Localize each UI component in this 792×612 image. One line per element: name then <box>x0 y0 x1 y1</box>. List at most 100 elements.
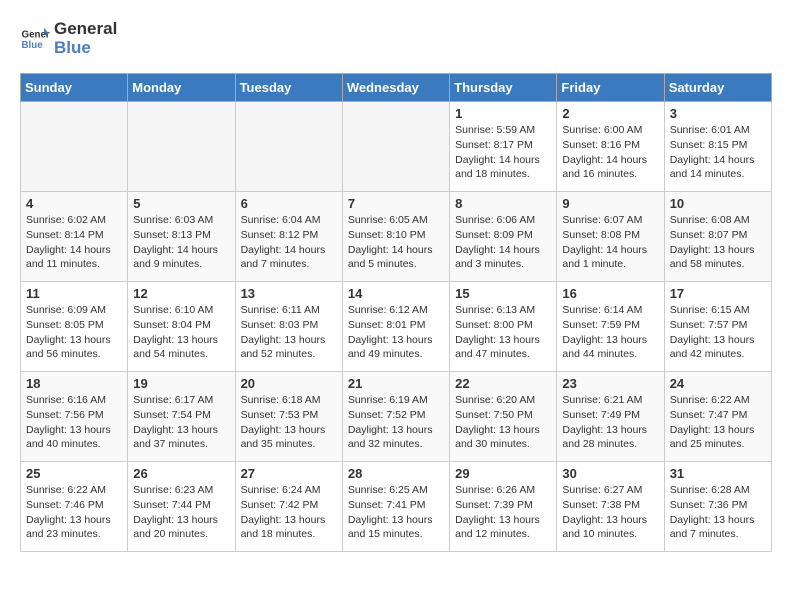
day-number: 29 <box>455 466 551 481</box>
calendar-cell: 25 Sunrise: 6:22 AM Sunset: 7:46 PM Dayli… <box>21 462 128 552</box>
calendar-week-1: 1 Sunrise: 5:59 AM Sunset: 8:17 PM Daylig… <box>21 102 772 192</box>
calendar-cell <box>21 102 128 192</box>
day-number: 2 <box>562 106 658 121</box>
cell-info: Sunrise: 6:14 AM Sunset: 7:59 PM Dayligh… <box>562 303 658 362</box>
weekday-header-wednesday: Wednesday <box>342 74 449 102</box>
day-number: 5 <box>133 196 229 211</box>
cell-info: Sunrise: 6:12 AM Sunset: 8:01 PM Dayligh… <box>348 303 444 362</box>
cell-info: Sunrise: 6:25 AM Sunset: 7:41 PM Dayligh… <box>348 483 444 542</box>
cell-info: Sunrise: 6:18 AM Sunset: 7:53 PM Dayligh… <box>241 393 337 452</box>
calendar-cell: 21Sunrise: 6:19 AM Sunset: 7:52 PM Dayli… <box>342 372 449 462</box>
calendar-week-4: 18 Sunrise: 6:16 AM Sunset: 7:56 PM Dayli… <box>21 372 772 462</box>
day-number: 15 <box>455 286 551 301</box>
calendar-cell <box>128 102 235 192</box>
day-number: 18 <box>26 376 122 391</box>
cell-info: Sunrise: 6:28 AM Sunset: 7:36 PM Dayligh… <box>670 483 766 542</box>
calendar-cell <box>342 102 449 192</box>
day-number: 27 <box>241 466 337 481</box>
weekday-header-sunday: Sunday <box>21 74 128 102</box>
calendar-cell: 29 Sunrise: 6:26 AM Sunset: 7:39 PM Dayli… <box>450 462 557 552</box>
cell-info: Sunrise: 6:21 AM Sunset: 7:49 PM Dayligh… <box>562 393 658 452</box>
day-number: 26 <box>133 466 229 481</box>
calendar-cell: 22Sunrise: 6:20 AM Sunset: 7:50 PM Dayli… <box>450 372 557 462</box>
calendar-cell: 20 Sunrise: 6:18 AM Sunset: 7:53 PM Dayli… <box>235 372 342 462</box>
calendar-cell: 5 Sunrise: 6:03 AM Sunset: 8:13 PM Daylig… <box>128 192 235 282</box>
cell-info: Sunrise: 6:24 AM Sunset: 7:42 PM Dayligh… <box>241 483 337 542</box>
calendar-cell: 15 Sunrise: 6:13 AM Sunset: 8:00 PM Dayli… <box>450 282 557 372</box>
calendar-cell: 9 Sunrise: 6:07 AM Sunset: 8:08 PM Daylig… <box>557 192 664 282</box>
cell-info: Sunrise: 6:02 AM Sunset: 8:14 PM Dayligh… <box>26 213 122 272</box>
logo-text-general: General <box>54 20 117 39</box>
page-header: General Blue General Blue <box>20 20 772 57</box>
calendar-cell: 11Sunrise: 6:09 AM Sunset: 8:05 PM Dayli… <box>21 282 128 372</box>
cell-info: Sunrise: 6:03 AM Sunset: 8:13 PM Dayligh… <box>133 213 229 272</box>
day-number: 10 <box>670 196 766 211</box>
day-number: 13 <box>241 286 337 301</box>
cell-info: Sunrise: 6:10 AM Sunset: 8:04 PM Dayligh… <box>133 303 229 362</box>
day-number: 8 <box>455 196 551 211</box>
cell-info: Sunrise: 6:13 AM Sunset: 8:00 PM Dayligh… <box>455 303 551 362</box>
day-number: 19 <box>133 376 229 391</box>
logo: General Blue General Blue <box>20 20 117 57</box>
cell-info: Sunrise: 6:06 AM Sunset: 8:09 PM Dayligh… <box>455 213 551 272</box>
calendar-cell: 10Sunrise: 6:08 AM Sunset: 8:07 PM Dayli… <box>664 192 771 282</box>
weekday-header-monday: Monday <box>128 74 235 102</box>
cell-info: Sunrise: 6:22 AM Sunset: 7:46 PM Dayligh… <box>26 483 122 542</box>
calendar-cell: 24 Sunrise: 6:22 AM Sunset: 7:47 PM Dayli… <box>664 372 771 462</box>
day-number: 9 <box>562 196 658 211</box>
weekday-header-saturday: Saturday <box>664 74 771 102</box>
calendar-cell: 2 Sunrise: 6:00 AM Sunset: 8:16 PM Daylig… <box>557 102 664 192</box>
cell-info: Sunrise: 6:16 AM Sunset: 7:56 PM Dayligh… <box>26 393 122 452</box>
calendar-cell: 12 Sunrise: 6:10 AM Sunset: 8:04 PM Dayli… <box>128 282 235 372</box>
calendar-cell: 6Sunrise: 6:04 AM Sunset: 8:12 PM Daylig… <box>235 192 342 282</box>
day-number: 12 <box>133 286 229 301</box>
calendar-week-2: 4 Sunrise: 6:02 AM Sunset: 8:14 PM Daylig… <box>21 192 772 282</box>
cell-info: Sunrise: 6:26 AM Sunset: 7:39 PM Dayligh… <box>455 483 551 542</box>
cell-info: Sunrise: 6:09 AM Sunset: 8:05 PM Dayligh… <box>26 303 122 362</box>
weekday-header-row: SundayMondayTuesdayWednesdayThursdayFrid… <box>21 74 772 102</box>
cell-info: Sunrise: 6:00 AM Sunset: 8:16 PM Dayligh… <box>562 123 658 182</box>
cell-info: Sunrise: 6:19 AM Sunset: 7:52 PM Dayligh… <box>348 393 444 452</box>
calendar-cell: 26 Sunrise: 6:23 AM Sunset: 7:44 PM Dayli… <box>128 462 235 552</box>
day-number: 30 <box>562 466 658 481</box>
day-number: 31 <box>670 466 766 481</box>
day-number: 4 <box>26 196 122 211</box>
logo-text-blue: Blue <box>54 39 117 58</box>
cell-info: Sunrise: 6:27 AM Sunset: 7:38 PM Dayligh… <box>562 483 658 542</box>
day-number: 3 <box>670 106 766 121</box>
calendar-table: SundayMondayTuesdayWednesdayThursdayFrid… <box>20 73 772 552</box>
calendar-week-5: 25 Sunrise: 6:22 AM Sunset: 7:46 PM Dayli… <box>21 462 772 552</box>
cell-info: Sunrise: 6:07 AM Sunset: 8:08 PM Dayligh… <box>562 213 658 272</box>
calendar-cell: 19Sunrise: 6:17 AM Sunset: 7:54 PM Dayli… <box>128 372 235 462</box>
calendar-cell: 1 Sunrise: 5:59 AM Sunset: 8:17 PM Daylig… <box>450 102 557 192</box>
day-number: 20 <box>241 376 337 391</box>
calendar-cell: 31 Sunrise: 6:28 AM Sunset: 7:36 PM Dayli… <box>664 462 771 552</box>
day-number: 24 <box>670 376 766 391</box>
calendar-cell: 14 Sunrise: 6:12 AM Sunset: 8:01 PM Dayli… <box>342 282 449 372</box>
cell-info: Sunrise: 5:59 AM Sunset: 8:17 PM Dayligh… <box>455 123 551 182</box>
calendar-cell: 13 Sunrise: 6:11 AM Sunset: 8:03 PM Dayli… <box>235 282 342 372</box>
calendar-cell: 18 Sunrise: 6:16 AM Sunset: 7:56 PM Dayli… <box>21 372 128 462</box>
cell-info: Sunrise: 6:01 AM Sunset: 8:15 PM Dayligh… <box>670 123 766 182</box>
logo-icon: General Blue <box>20 24 50 54</box>
calendar-cell: 23Sunrise: 6:21 AM Sunset: 7:49 PM Dayli… <box>557 372 664 462</box>
day-number: 14 <box>348 286 444 301</box>
calendar-cell: 16 Sunrise: 6:14 AM Sunset: 7:59 PM Dayli… <box>557 282 664 372</box>
calendar-week-3: 11Sunrise: 6:09 AM Sunset: 8:05 PM Dayli… <box>21 282 772 372</box>
cell-info: Sunrise: 6:11 AM Sunset: 8:03 PM Dayligh… <box>241 303 337 362</box>
svg-text:Blue: Blue <box>22 40 44 51</box>
calendar-cell: 27 Sunrise: 6:24 AM Sunset: 7:42 PM Dayli… <box>235 462 342 552</box>
calendar-cell: 3 Sunrise: 6:01 AM Sunset: 8:15 PM Daylig… <box>664 102 771 192</box>
calendar-cell: 8 Sunrise: 6:06 AM Sunset: 8:09 PM Daylig… <box>450 192 557 282</box>
day-number: 25 <box>26 466 122 481</box>
day-number: 16 <box>562 286 658 301</box>
day-number: 7 <box>348 196 444 211</box>
calendar-cell: 30 Sunrise: 6:27 AM Sunset: 7:38 PM Dayli… <box>557 462 664 552</box>
cell-info: Sunrise: 6:23 AM Sunset: 7:44 PM Dayligh… <box>133 483 229 542</box>
calendar-cell <box>235 102 342 192</box>
cell-info: Sunrise: 6:22 AM Sunset: 7:47 PM Dayligh… <box>670 393 766 452</box>
cell-info: Sunrise: 6:15 AM Sunset: 7:57 PM Dayligh… <box>670 303 766 362</box>
day-number: 28 <box>348 466 444 481</box>
day-number: 1 <box>455 106 551 121</box>
cell-info: Sunrise: 6:05 AM Sunset: 8:10 PM Dayligh… <box>348 213 444 272</box>
